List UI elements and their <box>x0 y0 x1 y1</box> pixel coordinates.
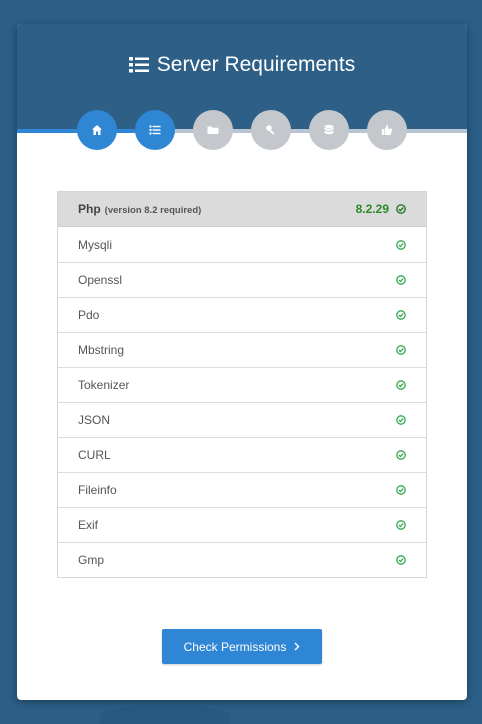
thumbs-up-icon <box>381 125 393 135</box>
check-circle-icon <box>396 204 406 214</box>
requirement-name: Mbstring <box>78 343 125 357</box>
background-mountain <box>100 705 230 724</box>
requirement-name: Fileinfo <box>78 483 117 497</box>
key-icon <box>266 125 275 135</box>
requirement-name: Exif <box>78 518 99 532</box>
php-version: 8.2.29 <box>355 202 389 216</box>
check-permissions-button[interactable]: Check Permissions <box>162 629 322 664</box>
requirement-name: Gmp <box>78 553 105 567</box>
requirement-list: Mysqli Openssl Pdo Mbstring Tokenizer JSON CUR… <box>58 227 426 577</box>
home-icon <box>92 125 102 135</box>
check-circle-icon <box>396 415 406 425</box>
check-circle-icon <box>396 239 406 250</box>
requirements-table: Php (version 8.2 required) 8.2.29 Mysqli O… <box>57 191 427 578</box>
database-icon <box>324 124 334 135</box>
chevron-right-icon <box>294 642 300 651</box>
requirement-name: JSON <box>78 413 111 427</box>
requirement-row: JSON <box>58 402 426 437</box>
check-circle-icon <box>396 485 406 495</box>
check-circle-icon <box>396 310 406 320</box>
step-finish[interactable] <box>367 110 407 150</box>
page-title-text: Server Requirements <box>156 53 356 76</box>
requirement-row: Pdo <box>58 297 426 332</box>
requirement-row: Openssl <box>58 262 426 297</box>
list-icon <box>149 125 161 135</box>
requirement-row: Gmp <box>58 542 426 577</box>
check-permissions-label: Check Permissions <box>183 639 287 654</box>
requirement-name: CURL <box>78 448 111 462</box>
step-permissions[interactable] <box>193 110 233 150</box>
list-icon <box>128 57 149 73</box>
requirement-name: Openssl <box>78 273 123 287</box>
wizard-steps <box>77 110 409 150</box>
php-version-note: (version 8.2 required) <box>104 205 202 216</box>
check-circle-icon <box>396 380 406 390</box>
php-label: Php <box>78 202 101 216</box>
check-circle-icon <box>396 275 406 285</box>
requirement-row: Exif <box>58 507 426 542</box>
step-home[interactable] <box>77 110 117 150</box>
check-circle-icon <box>396 520 406 530</box>
php-requirement-row: Php (version 8.2 required) 8.2.29 <box>58 192 426 227</box>
requirement-row: Tokenizer <box>58 367 426 402</box>
requirement-name: Mysqli <box>78 237 113 252</box>
step-requirements[interactable] <box>135 110 175 150</box>
requirement-name: Pdo <box>78 308 100 322</box>
requirement-name: Tokenizer <box>78 378 130 392</box>
check-circle-icon <box>396 450 406 460</box>
installer-card: Server Requirements Php (version 8.2 req… <box>17 24 467 700</box>
requirement-row: CURL <box>58 437 426 472</box>
check-circle-icon <box>396 345 406 355</box>
step-database[interactable] <box>309 110 349 150</box>
requirement-row: Fileinfo <box>58 472 426 507</box>
requirement-row: Mysqli <box>58 227 426 262</box>
check-circle-icon <box>396 555 406 565</box>
folder-icon <box>207 126 219 134</box>
page-title: Server Requirements <box>17 53 467 77</box>
step-environment[interactable] <box>251 110 291 150</box>
requirement-row: Mbstring <box>58 332 426 367</box>
